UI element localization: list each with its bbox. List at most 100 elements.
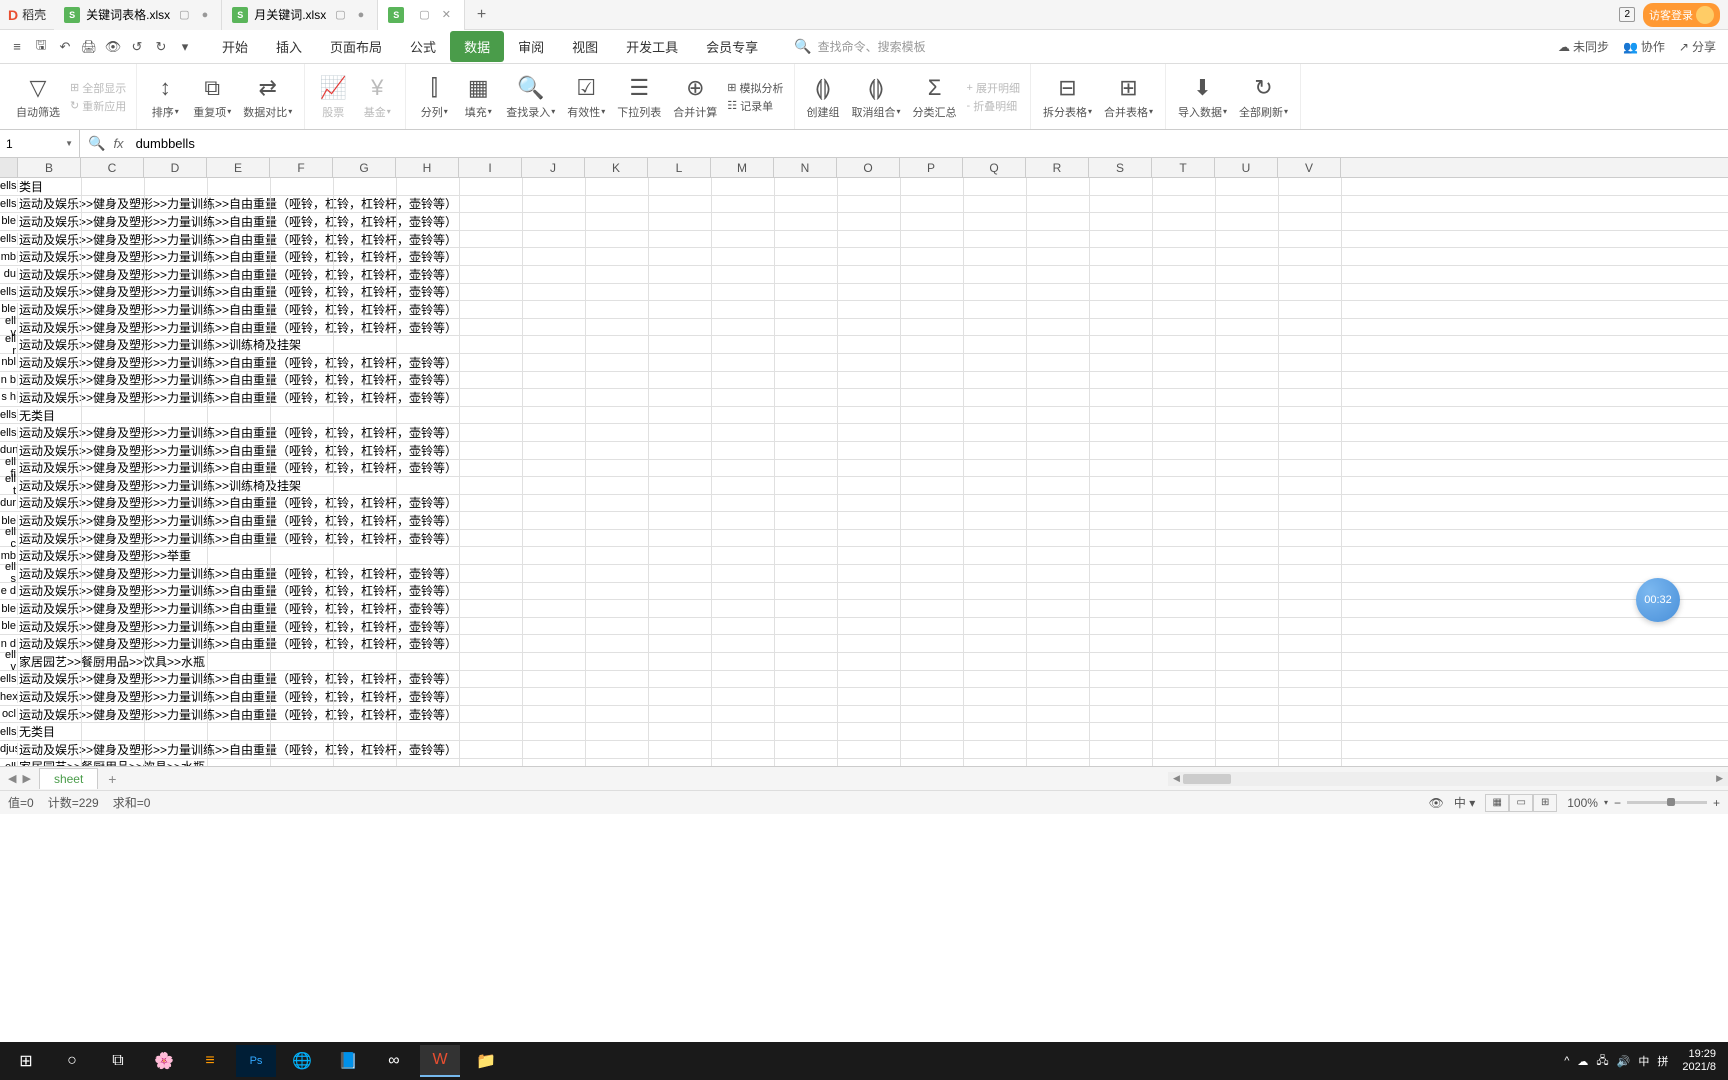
scroll-thumb[interactable] <box>1183 774 1231 784</box>
share-button[interactable]: ↗ 分享 <box>1679 38 1716 55</box>
column-header[interactable]: S <box>1089 158 1152 177</box>
collapse-button[interactable]: - 折叠明细 <box>967 98 1020 114</box>
cell[interactable]: 运动及娱乐>>健身及塑形>>力量训练>>自由重量（哑铃，杠铃，杠铃杆，壶铃等） <box>18 530 1728 547</box>
table-row[interactable]: nbl运动及娱乐>>健身及塑形>>力量训练>>自由重量（哑铃，杠铃，杠铃杆，壶铃… <box>0 354 1728 372</box>
import-button[interactable]: ⬇导入数据▾ <box>1172 74 1233 120</box>
cell[interactable]: ells <box>0 180 18 192</box>
explorer-icon[interactable]: 📁 <box>466 1045 506 1077</box>
preview-icon[interactable]: 👁 <box>102 36 124 58</box>
cell[interactable]: ble <box>0 215 18 227</box>
table-row[interactable]: ocl运动及娱乐>>健身及塑形>>力量训练>>自由重量（哑铃，杠铃，杠铃杆，壶铃… <box>0 706 1728 724</box>
group-button[interactable]: ⟬⟭创建组 <box>801 74 846 120</box>
cell[interactable]: ell <box>0 761 18 766</box>
app-2-icon[interactable]: 📘 <box>328 1045 368 1077</box>
cell[interactable]: 类目 <box>18 178 1728 195</box>
table-row[interactable]: ells类目 <box>0 178 1728 196</box>
column-header[interactable]: T <box>1152 158 1215 177</box>
cell[interactable]: 无类目 <box>18 407 1728 424</box>
cell[interactable]: 运动及娱乐>>健身及塑形>>力量训练>>自由重量（哑铃，杠铃，杠铃杆，壶铃等） <box>18 706 1728 723</box>
table-row[interactable]: ells运动及娱乐>>健身及塑形>>力量训练>>自由重量（哑铃，杠铃，杠铃杆，壶… <box>0 231 1728 249</box>
close-tab-icon[interactable]: ● <box>199 9 212 21</box>
document-tab[interactable]: S 关键词表格.xlsx ▢● <box>54 0 222 30</box>
spreadsheet-grid[interactable]: BCDEFGHIJKLMNOPQRSTUV ells类目ells运动及娱乐>>健… <box>0 158 1728 766</box>
sheet-tab[interactable]: sheet <box>39 768 98 789</box>
app-3-icon[interactable]: ∞ <box>374 1045 414 1077</box>
cell[interactable]: 运动及娱乐>>健身及塑形>>力量训练>>自由重量（哑铃，杠铃，杠铃杆，壶铃等） <box>18 266 1728 283</box>
menu-item-3[interactable]: 公式 <box>396 31 450 62</box>
cell[interactable]: 运动及娱乐>>健身及塑形>>力量训练>>自由重量（哑铃，杠铃，杠铃杆，壶铃等） <box>18 459 1728 476</box>
login-button[interactable]: 访客登录 <box>1643 3 1720 27</box>
ungroup-button[interactable]: ⟬⟭取消组合▾ <box>846 74 907 120</box>
cell[interactable]: ell v <box>0 649 18 673</box>
expand-button[interactable]: + 展开明细 <box>967 80 1020 96</box>
cell[interactable]: ells <box>0 673 18 685</box>
column-header[interactable]: L <box>648 158 711 177</box>
fund-button[interactable]: ¥基金▾ <box>355 74 399 120</box>
cell[interactable]: 运动及娱乐>>健身及塑形>>力量训练>>自由重量（哑铃，杠铃，杠铃杆，壶铃等） <box>18 371 1728 388</box>
column-header[interactable]: H <box>396 158 459 177</box>
cell[interactable]: 运动及娱乐>>健身及塑形>>力量训练>>自由重量（哑铃，杠铃，杠铃杆，壶铃等） <box>18 512 1728 529</box>
cell[interactable]: 运动及娱乐>>健身及塑形>>力量训练>>自由重量（哑铃，杠铃，杠铃杆，壶铃等） <box>18 354 1728 371</box>
taskview-icon[interactable]: ⧉ <box>98 1045 138 1077</box>
document-tab[interactable]: S 月关键词.xlsx ▢● <box>222 0 378 30</box>
table-row[interactable]: n d运动及娱乐>>健身及塑形>>力量训练>>自由重量（哑铃，杠铃，杠铃杆，壶铃… <box>0 635 1728 653</box>
cell[interactable]: djus <box>0 743 18 755</box>
ime-lang[interactable]: 中 <box>1638 1053 1649 1069</box>
close-tab-icon[interactable]: ✕ <box>439 8 454 21</box>
cell[interactable]: 运动及娱乐>>健身及塑形>>力量训练>>自由重量（哑铃，杠铃，杠铃杆，壶铃等） <box>18 582 1728 599</box>
cell[interactable]: 运动及娱乐>>健身及塑形>>力量训练>>自由重量（哑铃，杠铃，杠铃杆，壶铃等） <box>18 389 1728 406</box>
column-header[interactable]: E <box>207 158 270 177</box>
split-column-button[interactable]: ⫿分列▾ <box>412 74 456 120</box>
command-search[interactable]: 🔍 查找命令、搜索模板 <box>794 38 925 55</box>
zoom-slider[interactable] <box>1627 801 1707 804</box>
table-row[interactable]: ble运动及娱乐>>健身及塑形>>力量训练>>自由重量（哑铃，杠铃，杠铃杆，壶铃… <box>0 301 1728 319</box>
cortana-icon[interactable]: ○ <box>52 1045 92 1077</box>
cell[interactable]: ble <box>0 303 18 315</box>
scroll-left-icon[interactable]: ◀ <box>1170 773 1183 784</box>
column-header[interactable]: M <box>711 158 774 177</box>
cell[interactable]: 运动及娱乐>>健身及塑形>>力量训练>>自由重量（哑铃，杠铃，杠铃杆，壶铃等） <box>18 600 1728 617</box>
cell[interactable]: 家居园艺>>餐厨用品>>饮具>>水瓶 <box>18 653 1728 670</box>
app-1-icon[interactable]: 🌸 <box>144 1045 184 1077</box>
cell[interactable]: n d <box>0 638 18 650</box>
cell[interactable]: 运动及娱乐>>健身及塑形>>力量训练>>训练椅及挂架 <box>18 336 1728 353</box>
table-row[interactable]: djus运动及娱乐>>健身及塑形>>力量训练>>自由重量（哑铃，杠铃，杠铃杆，壶… <box>0 741 1728 759</box>
new-tab-button[interactable]: + <box>465 6 498 24</box>
cell[interactable]: ell r <box>0 333 18 357</box>
table-row[interactable]: ble运动及娱乐>>健身及塑形>>力量训练>>自由重量（哑铃，杠铃，杠铃杆，壶铃… <box>0 600 1728 618</box>
sublime-icon[interactable]: ≡ <box>190 1045 230 1077</box>
cell[interactable]: e d <box>0 585 18 597</box>
print-icon[interactable]: 🖨 <box>78 36 100 58</box>
auto-filter-button[interactable]: ▽自动筛选 <box>10 74 66 120</box>
table-row[interactable]: ell t运动及娱乐>>健身及塑形>>力量训练>>训练椅及挂架 <box>0 477 1728 495</box>
cell[interactable]: 运动及娱乐>>健身及塑形>>力量训练>>训练椅及挂架 <box>18 477 1728 494</box>
column-header[interactable]: G <box>333 158 396 177</box>
sheet-next-icon[interactable]: ▶ <box>20 772 32 785</box>
table-row[interactable]: ells运动及娱乐>>健身及塑形>>力量训练>>自由重量（哑铃，杠铃，杠铃杆，壶… <box>0 671 1728 689</box>
sort-button[interactable]: ↕排序▾ <box>143 74 187 120</box>
sheet-prev-icon[interactable]: ◀ <box>6 772 18 785</box>
cell[interactable]: 运动及娱乐>>健身及塑形>>力量训练>>自由重量（哑铃，杠铃，杠铃杆，壶铃等） <box>18 283 1728 300</box>
cell[interactable]: nbl <box>0 356 18 368</box>
table-row[interactable]: ell家居园艺>>餐厨用品>>饮具>>水瓶 <box>0 759 1728 766</box>
zoom-control[interactable]: 100%▾ − + <box>1567 796 1720 810</box>
cell[interactable]: ells <box>0 427 18 439</box>
tray-volume-icon[interactable]: 🔊 <box>1617 1055 1631 1068</box>
ime-mode[interactable]: 拼 <box>1657 1053 1668 1069</box>
table-row[interactable]: dun运动及娱乐>>健身及塑形>>力量训练>>自由重量（哑铃，杠铃，杠铃杆，壶铃… <box>0 442 1728 460</box>
column-header[interactable]: V <box>1278 158 1341 177</box>
table-row[interactable]: ble运动及娱乐>>健身及塑形>>力量训练>>自由重量（哑铃，杠铃，杠铃杆，壶铃… <box>0 213 1728 231</box>
subtotal-button[interactable]: Σ分类汇总 <box>907 74 963 120</box>
horizontal-scrollbar[interactable]: ◀ ▶ <box>1168 772 1728 786</box>
column-header[interactable]: N <box>774 158 837 177</box>
dedup-button[interactable]: ⧉重复项▾ <box>187 74 237 120</box>
validity-button[interactable]: ☑有效性▾ <box>561 74 611 120</box>
table-row[interactable]: hex运动及娱乐>>健身及塑形>>力量训练>>自由重量（哑铃，杠铃，杠铃杆，壶铃… <box>0 688 1728 706</box>
clock[interactable]: 19:29 2021/8 <box>1676 1048 1722 1074</box>
column-header[interactable]: O <box>837 158 900 177</box>
cell[interactable]: 运动及娱乐>>健身及塑形>>力量训练>>自由重量（哑铃，杠铃，杠铃杆，壶铃等） <box>18 618 1728 635</box>
table-row[interactable]: dur运动及娱乐>>健身及塑形>>力量训练>>自由重量（哑铃，杠铃，杠铃杆，壶铃… <box>0 495 1728 513</box>
menu-item-4[interactable]: 数据 <box>450 31 504 62</box>
reapply-button[interactable]: ↻ 重新应用 <box>70 98 126 114</box>
wps-icon[interactable]: W <box>420 1045 460 1077</box>
